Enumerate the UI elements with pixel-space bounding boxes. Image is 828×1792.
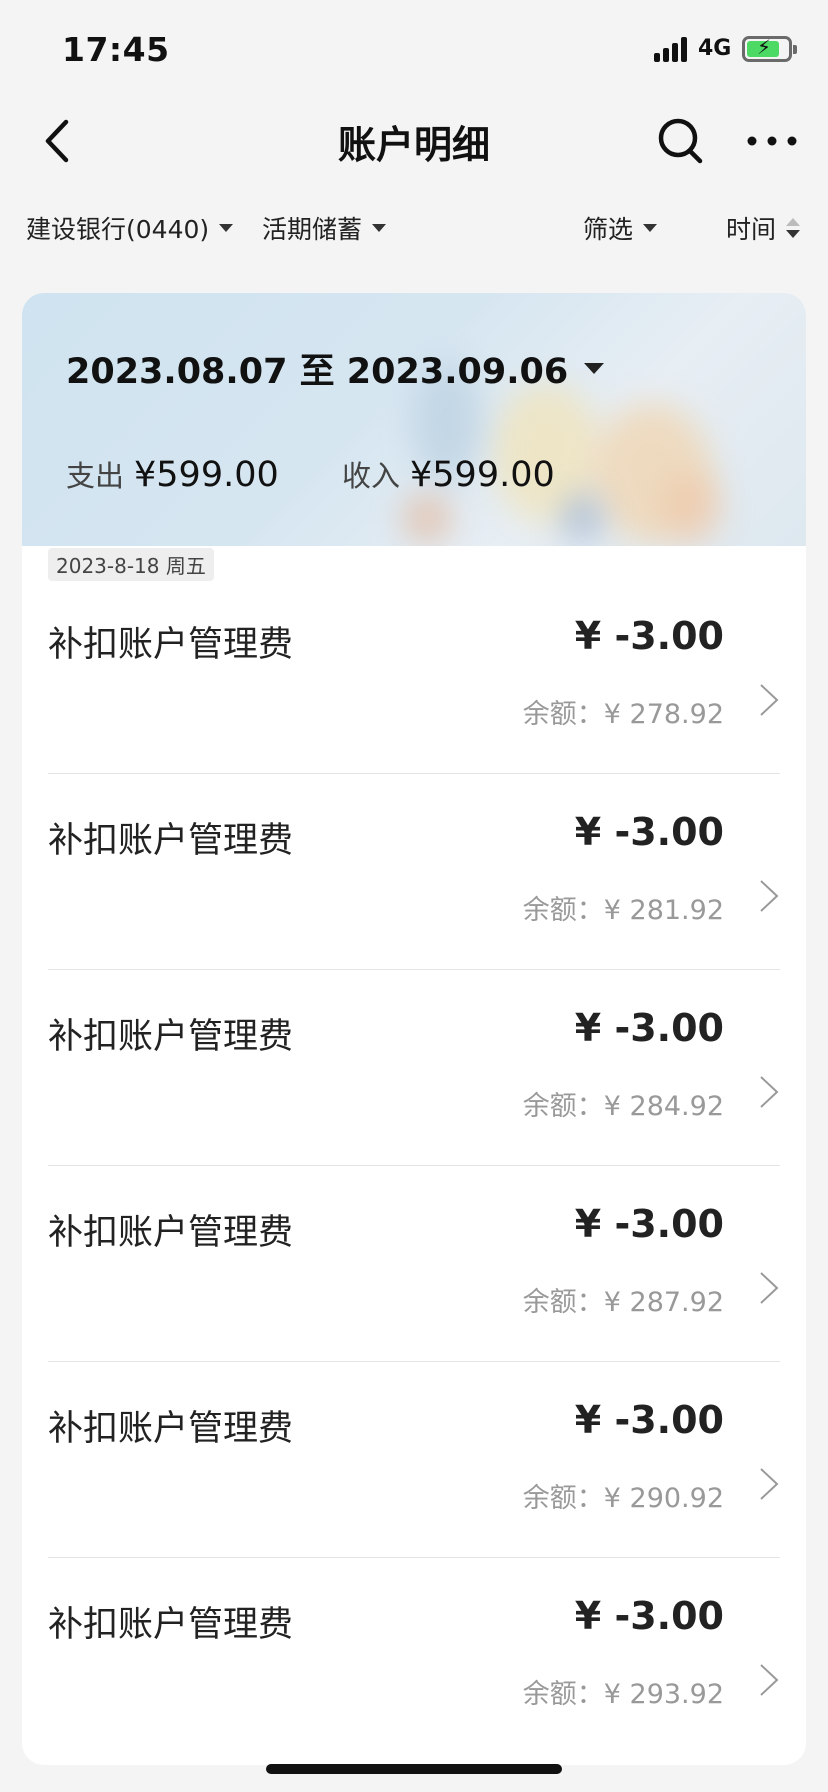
expense-value: ¥599.00 xyxy=(134,455,279,495)
search-icon[interactable] xyxy=(656,116,706,166)
account-selector[interactable]: 建设银行(0440) xyxy=(26,210,234,246)
transaction-name: 补扣账户管理费 xyxy=(48,1409,294,1449)
transaction-row[interactable]: 补扣账户管理费 ¥ -3.00 余额：¥ 284.92 xyxy=(48,970,780,1166)
transaction-amount: ¥ -3.00 xyxy=(574,1594,724,1638)
transaction-balance: 余额：¥ 290.92 xyxy=(522,1483,724,1514)
date-group-tag: 2023-8-18 周五 xyxy=(48,548,214,581)
income-summary: 收入 ¥599.00 xyxy=(342,453,555,495)
caret-down-icon xyxy=(372,224,387,232)
nav-bar: 账户明细 xyxy=(0,100,828,182)
time-sort-label: 时间 xyxy=(726,215,777,244)
transaction-amount: ¥ -3.00 xyxy=(574,810,724,854)
transaction-amount: ¥ -3.00 xyxy=(574,1202,724,1246)
expense-summary: 支出 ¥599.00 xyxy=(66,453,279,495)
more-icon[interactable] xyxy=(744,118,800,164)
caret-down-icon xyxy=(219,224,234,232)
account-selector-label: 建设银行(0440) xyxy=(26,215,210,244)
transaction-amount: ¥ -3.00 xyxy=(574,614,724,658)
signal-icon xyxy=(654,36,688,62)
network-type: 4G xyxy=(698,36,732,61)
account-detail-page: 17:45 4G ⚡ 账户明细 建设银行(0440) 活期储蓄 筛选 时间 20… xyxy=(0,0,828,1792)
date-range-text: 2023.08.07 至 2023.09.06 xyxy=(66,352,569,392)
caret-down-icon xyxy=(584,363,605,374)
transaction-row[interactable]: 补扣账户管理费 ¥ -3.00 余额：¥ 287.92 xyxy=(48,1166,780,1362)
transaction-row[interactable]: 补扣账户管理费 ¥ -3.00 余额：¥ 290.92 xyxy=(48,1362,780,1558)
transaction-amount: ¥ -3.00 xyxy=(574,1006,724,1050)
transactions-card: 2023.08.07 至 2023.09.06 支出 ¥599.00 收入 ¥5… xyxy=(22,293,806,1765)
transaction-balance: 余额：¥ 278.92 xyxy=(522,699,724,730)
account-type-selector[interactable]: 活期储蓄 xyxy=(262,210,387,246)
filter-dropdown[interactable]: 筛选 xyxy=(583,210,658,246)
transaction-row[interactable]: 补扣账户管理费 ¥ -3.00 余额：¥ 281.92 xyxy=(48,774,780,970)
transaction-amount: ¥ -3.00 xyxy=(574,1398,724,1442)
chevron-right-icon xyxy=(758,1270,780,1306)
transaction-balance: 余额：¥ 284.92 xyxy=(522,1091,724,1122)
transaction-balance: 余额：¥ 287.92 xyxy=(522,1287,724,1318)
summary-banner: 2023.08.07 至 2023.09.06 支出 ¥599.00 收入 ¥5… xyxy=(22,293,806,546)
battery-charging-icon: ⚡ xyxy=(742,36,797,62)
chevron-right-icon xyxy=(758,1074,780,1110)
caret-down-icon xyxy=(643,224,658,232)
chevron-right-icon xyxy=(758,682,780,718)
chevron-right-icon xyxy=(758,878,780,914)
expense-label: 支出 xyxy=(66,459,125,493)
sort-icon xyxy=(786,217,801,239)
transaction-row[interactable]: 补扣账户管理费 ¥ -3.00 余额：¥ 293.92 xyxy=(48,1558,780,1754)
time-sort-toggle[interactable]: 时间 xyxy=(726,210,801,246)
transaction-balance: 余额：¥ 281.92 xyxy=(522,895,724,926)
transaction-balance: 余额：¥ 293.92 xyxy=(522,1679,724,1710)
status-bar: 17:45 4G ⚡ xyxy=(0,0,828,100)
transaction-name: 补扣账户管理费 xyxy=(48,1213,294,1253)
transaction-name: 补扣账户管理费 xyxy=(48,1605,294,1645)
date-range-selector[interactable]: 2023.08.07 至 2023.09.06 xyxy=(66,343,605,394)
filter-bar: 建设银行(0440) 活期储蓄 筛选 时间 xyxy=(0,200,828,256)
filter-label: 筛选 xyxy=(583,215,634,244)
transaction-name: 补扣账户管理费 xyxy=(48,625,294,665)
transaction-row[interactable]: 补扣账户管理费 ¥ -3.00 余额：¥ 278.92 xyxy=(48,578,780,774)
income-label: 收入 xyxy=(342,459,401,493)
transaction-name: 补扣账户管理费 xyxy=(48,1017,294,1057)
account-type-label: 活期储蓄 xyxy=(262,215,363,244)
income-value: ¥599.00 xyxy=(410,455,555,495)
transaction-name: 补扣账户管理费 xyxy=(48,821,294,861)
chevron-right-icon xyxy=(758,1466,780,1502)
chevron-right-icon xyxy=(758,1662,780,1698)
status-time: 17:45 xyxy=(62,30,170,69)
home-indicator[interactable] xyxy=(266,1764,562,1774)
